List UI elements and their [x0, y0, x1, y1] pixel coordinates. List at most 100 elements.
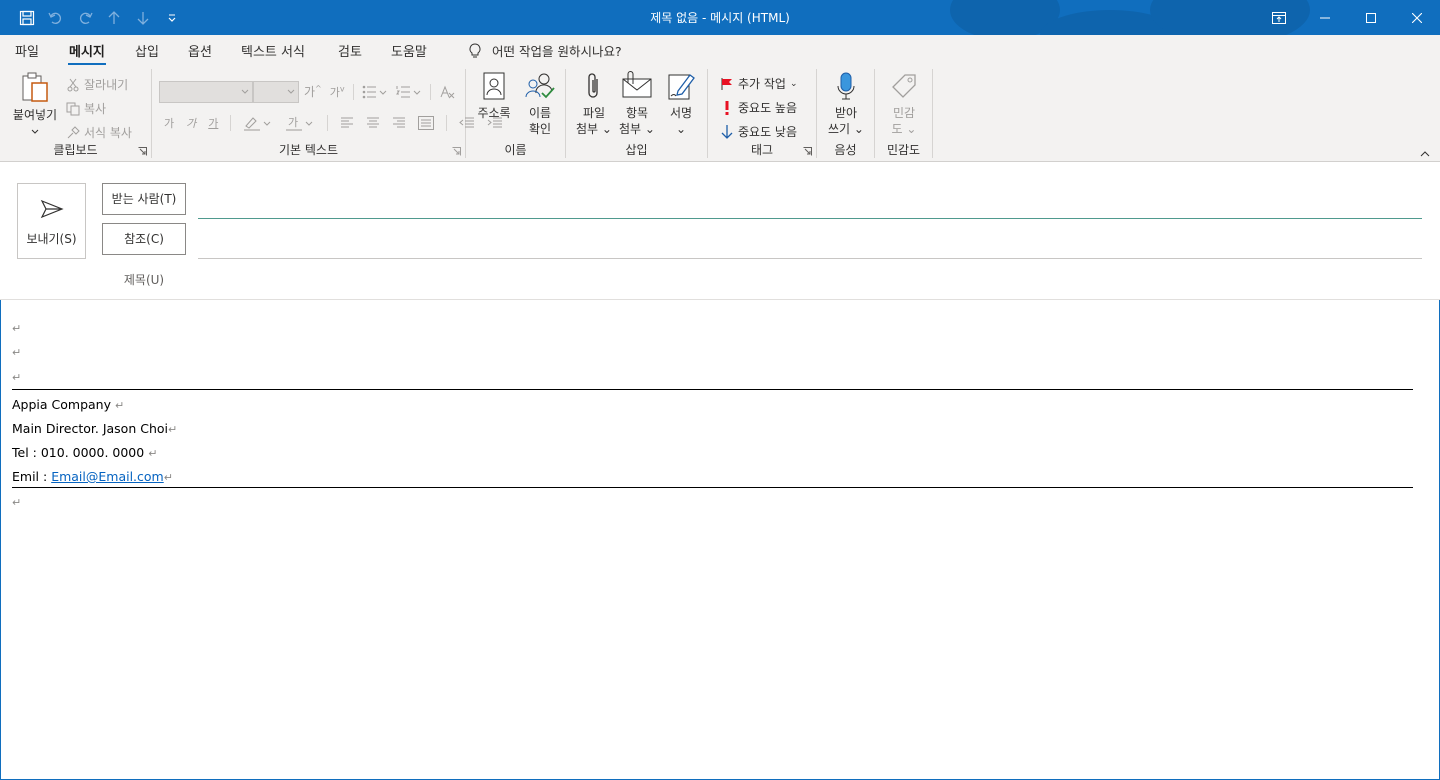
- redo-button[interactable]: [72, 6, 97, 30]
- undo-icon: [47, 12, 61, 24]
- to-input[interactable]: [198, 218, 1422, 219]
- tab-file[interactable]: 파일: [15, 41, 39, 60]
- low-importance-button[interactable]: 중요도 낮음: [720, 123, 797, 140]
- high-importance-button[interactable]: 중요도 높음: [720, 99, 797, 116]
- arrow-down-blue-icon: [721, 124, 733, 139]
- format-row: 가 가 가 가: [164, 115, 503, 131]
- paste-button[interactable]: 붙여넣기: [8, 71, 62, 139]
- dialog-launcher-icon[interactable]: [138, 147, 147, 156]
- dialog-launcher-icon[interactable]: [803, 147, 812, 156]
- align-right-icon[interactable]: [392, 116, 406, 130]
- svg-text:가: 가: [288, 116, 298, 129]
- minimize-button[interactable]: [1302, 0, 1348, 35]
- tab-help[interactable]: 도움말: [391, 41, 427, 60]
- align-left-icon[interactable]: [340, 116, 354, 130]
- sensitivity-button[interactable]: 민감 도 ⌄: [881, 71, 927, 137]
- send-button[interactable]: 보내기(S): [17, 183, 86, 259]
- numbering-icon[interactable]: [395, 85, 422, 99]
- tab-format-text[interactable]: 텍스트 서식: [241, 41, 305, 60]
- close-icon: [1412, 12, 1422, 23]
- signature-tel: Tel : 010. 0000. 0000 ↵: [12, 445, 158, 460]
- customize-toolbar-button[interactable]: [159, 6, 184, 30]
- save-icon: [19, 10, 34, 26]
- save-button[interactable]: [14, 6, 39, 30]
- next-item-button[interactable]: [130, 6, 155, 30]
- address-book-label: 주소록: [477, 106, 511, 120]
- cc-button[interactable]: 참조(C): [102, 223, 186, 255]
- signature-bottom-rule: [12, 487, 1413, 488]
- undo-button[interactable]: [43, 6, 68, 30]
- basic-text-group: 가^ 가v 가 가 가 가 기본 텍스트: [152, 69, 503, 158]
- font-name-dropdown[interactable]: [159, 81, 253, 103]
- bullets-icon[interactable]: [362, 85, 388, 99]
- quick-access-toolbar: [14, 6, 184, 30]
- clipboard-group-label: 클립보드: [53, 143, 98, 157]
- exclamation-icon: [725, 100, 729, 115]
- tell-me-search[interactable]: 어떤 작업을 원하시나요?: [468, 41, 622, 60]
- font-color-icon[interactable]: 가: [285, 115, 315, 131]
- tab-message[interactable]: 메시지: [68, 41, 106, 66]
- dialog-launcher-icon[interactable]: [452, 147, 461, 156]
- paragraph-mark: ↵: [12, 496, 22, 509]
- tab-insert[interactable]: 삽입: [135, 41, 159, 60]
- ribbon: 붙여넣기 잘라내기 복사 서식 복사 클립보드 가^ 가v 가 가 가 가 기본…: [0, 65, 1440, 162]
- attach-file-button[interactable]: 파일 첨부 ⌄: [572, 71, 616, 137]
- check-names-button[interactable]: 이름 확인: [518, 71, 562, 137]
- lightbulb-icon: [469, 42, 481, 57]
- scissors-icon: [67, 78, 79, 91]
- message-body[interactable]: ↵ ↵ ↵ Appia Company ↵ Main Director. Jas…: [0, 300, 1440, 780]
- separator: [352, 83, 354, 100]
- attach-item-button[interactable]: 항목 첨부 ⌄: [614, 71, 660, 137]
- font-size-dropdown[interactable]: [253, 81, 299, 103]
- sensitivity-group-label: 민감도: [886, 143, 921, 157]
- include-group-label: 삽입: [625, 143, 648, 157]
- compose-header: 보내기(S) 받는 사람(T) 참조(C) 제목(U): [0, 162, 1440, 300]
- justify-icon[interactable]: [418, 116, 435, 130]
- dictate-button[interactable]: 받아 쓰기 ⌄: [823, 71, 869, 137]
- attach-item-label-2: 첨부 ⌄: [619, 122, 655, 136]
- envelope-attach-icon: [622, 71, 652, 98]
- maximize-button[interactable]: [1348, 0, 1394, 35]
- maximize-icon: [1366, 12, 1376, 23]
- send-label: 보내기(S): [26, 232, 77, 246]
- follow-up-label: 추가 작업: [738, 77, 786, 91]
- shrink-font-icon[interactable]: 가v: [330, 84, 345, 100]
- copy-icon: [66, 102, 80, 115]
- email-link[interactable]: Email@Email.com: [51, 469, 164, 484]
- flag-icon: [721, 77, 732, 90]
- close-button[interactable]: [1394, 0, 1440, 35]
- copy-button[interactable]: 복사: [66, 100, 106, 117]
- ribbon-display-button[interactable]: [1256, 0, 1302, 35]
- format-painter-button[interactable]: 서식 복사: [66, 124, 132, 141]
- to-button[interactable]: 받는 사람(T): [102, 183, 186, 215]
- signature-title: Main Director. Jason Choi↵: [12, 421, 178, 436]
- paragraph-mark: ↵: [12, 346, 22, 359]
- address-book-button[interactable]: 주소록: [472, 71, 516, 121]
- grow-font-icon[interactable]: 가^: [304, 83, 322, 100]
- tab-options[interactable]: 옵션: [188, 41, 212, 60]
- bold-icon[interactable]: 가: [164, 115, 174, 131]
- italic-icon[interactable]: 가: [186, 115, 196, 131]
- check-names-icon: [525, 73, 555, 99]
- collapse-ribbon-icon[interactable]: [1420, 151, 1430, 157]
- check-names-label-2: 확인: [528, 122, 552, 136]
- ribbon-tabs: 파일 메시지 삽입 옵션 텍스트 서식 검토 도움말 어떤 작업을 원하시나요?: [0, 35, 1440, 66]
- copy-label: 복사: [84, 102, 107, 116]
- arrow-down-icon: [137, 12, 148, 25]
- previous-item-button[interactable]: [101, 6, 126, 30]
- separator: [230, 115, 232, 131]
- paintbrush-icon: [67, 125, 80, 138]
- separator: [327, 115, 329, 131]
- cut-button[interactable]: 잘라내기: [66, 76, 128, 93]
- underline-icon[interactable]: 가: [208, 115, 218, 131]
- title-bar: 제목 없음 - 메시지 (HTML): [0, 0, 1440, 35]
- tab-review[interactable]: 검토: [338, 41, 362, 60]
- align-center-icon[interactable]: [366, 116, 380, 130]
- cc-input[interactable]: [198, 258, 1422, 259]
- highlight-icon[interactable]: [243, 115, 273, 131]
- clear-formatting-icon[interactable]: [439, 85, 455, 99]
- follow-up-button[interactable]: 추가 작업 ⌄: [720, 75, 798, 92]
- paperclip-icon: [588, 73, 598, 98]
- format-painter-label: 서식 복사: [84, 126, 132, 140]
- signature-button[interactable]: 서명 ⌄: [660, 71, 702, 137]
